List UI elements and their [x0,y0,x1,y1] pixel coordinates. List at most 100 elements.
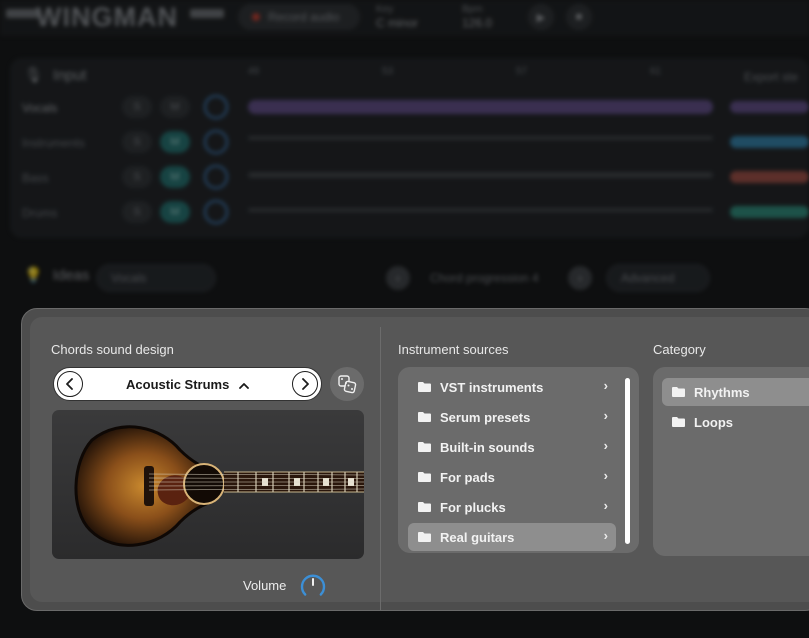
folder-icon [418,532,431,542]
track-volume-knob-bass[interactable] [204,165,228,189]
source-item-label: VST instruments [440,379,544,395]
sound-design-modal: Chords sound design Acoustic Strums Volu… [21,308,809,611]
track-volume-knob-instruments[interactable] [204,130,228,154]
waveform-drums [248,208,713,212]
idea-name: Chord progression 4 [416,264,562,292]
track-name-drums: Drums [22,206,58,220]
instrument-image [52,410,364,559]
key-label: Key [376,4,394,15]
ideas-header: 💡 Ideas [24,266,90,285]
knob-icon [300,574,326,596]
track-name-vocals: Vocals [22,101,58,115]
ideas-source-select[interactable]: Vocals [96,264,216,292]
sources-scrollbar[interactable] [625,378,630,544]
advanced-dropdown[interactable]: Advanced [606,264,710,292]
volume-label: Volume [243,578,287,593]
play-button[interactable]: ▶ [528,4,554,30]
chevron-right-icon: › [603,498,608,513]
next-idea-button[interactable]: › [568,266,592,290]
chevron-right-icon: › [603,528,608,543]
source-item-built-in-sounds[interactable]: Built-in sounds › [408,433,616,461]
folder-icon [672,387,685,397]
modal-inner: Chords sound design Acoustic Strums Volu… [30,317,809,610]
volume-knob[interactable] [300,573,326,599]
ideas-source-value: Vocals [111,271,147,285]
waveform-vocals [248,100,713,114]
mute-button-bass[interactable]: M [160,166,190,188]
chevron-right-icon: › [603,378,608,393]
source-item-label: Serum presets [440,409,531,425]
dice-icon [338,375,357,394]
folder-icon [418,412,431,422]
folder-icon [672,417,685,427]
chevron-right-icon: › [603,468,608,483]
track-volume-knob-vocals[interactable] [204,95,228,119]
chevron-right-icon [302,378,309,390]
lightbulb-icon: 💡 [24,267,43,284]
track-volume-knob-drums[interactable] [204,200,228,224]
solo-button-drums[interactable]: S [122,201,152,223]
mute-button-drums[interactable]: M [160,201,190,223]
stop-button[interactable]: ■ [566,4,592,30]
ruler-mark: 53 [382,66,394,77]
key-selector[interactable]: Key C minor [376,3,418,32]
bpm-field[interactable]: Bpm 126.0 [462,3,492,32]
category-title: Category [653,342,706,357]
export-waveform-instruments [730,136,809,148]
waveform-instruments [248,136,713,140]
ruler-mark: 49 [248,66,260,77]
solo-button-vocals[interactable]: S [122,96,152,118]
column-divider [380,327,381,610]
idea-name-text: Chord progression 4 [430,271,539,285]
chevron-left-icon: ‹ [396,271,400,285]
record-icon [252,13,260,21]
input-panel-header: 🎙 Input [24,66,87,85]
folder-icon [418,442,431,452]
top-bar: WINGMAN Record audio Key C minor Bpm 126… [0,0,809,36]
logo-wing-left [6,9,40,18]
preset-selector[interactable]: Acoustic Strums [53,367,322,401]
chevron-right-icon: › [578,271,582,285]
folder-icon [418,382,431,392]
source-item-label: For plucks [440,499,506,515]
key-value: C minor [376,16,419,30]
solo-button-bass[interactable]: S [122,166,152,188]
acoustic-guitar-illustration [74,425,364,547]
folder-icon [418,502,431,512]
export-waveform-bass [730,171,809,183]
solo-button-instruments[interactable]: S [122,131,152,153]
mute-button-vocals[interactable]: M [160,96,190,118]
chords-sound-design-title: Chords sound design [51,342,174,357]
record-audio-button[interactable]: Record audio [238,4,360,30]
logo-wing-right [190,9,224,18]
input-title: Input [53,66,87,84]
category-item-label: Rhythms [694,384,750,400]
mute-button-instruments[interactable]: M [160,131,190,153]
instrument-sources-title: Instrument sources [398,342,509,357]
ideas-title: Ideas [52,266,90,284]
record-audio-label: Record audio [268,10,340,24]
category-list: Rhythms Loops [653,367,809,556]
category-item-loops[interactable]: Loops [662,408,809,436]
category-item-label: Loops [694,414,733,430]
previous-idea-button[interactable]: ‹ [386,266,410,290]
source-item-for-plucks[interactable]: For plucks › [408,493,616,521]
export-waveform-vocals [730,101,809,113]
source-item-for-pads[interactable]: For pads › [408,463,616,491]
source-item-vst-instruments[interactable]: VST instruments › [408,373,616,401]
source-item-serum-presets[interactable]: Serum presets › [408,403,616,431]
randomize-preset-button[interactable] [330,367,364,401]
source-item-real-guitars[interactable]: Real guitars › [408,523,616,551]
next-preset-button[interactable] [292,371,318,397]
track-name-bass: Bass [22,171,49,185]
bpm-label: Bpm [462,4,483,15]
category-item-rhythms[interactable]: Rhythms [662,378,809,406]
preset-name: Acoustic Strums [126,377,230,392]
advanced-label: Advanced [621,271,675,285]
waveform-bass [248,172,713,178]
bpm-value: 126.0 [462,16,493,30]
instrument-sources-list: VST instruments › Serum presets › Built-… [398,367,639,553]
chevron-right-icon: › [603,438,608,453]
ruler-mark: 61 [650,66,662,77]
export-stems-label: Export ste [744,70,799,84]
